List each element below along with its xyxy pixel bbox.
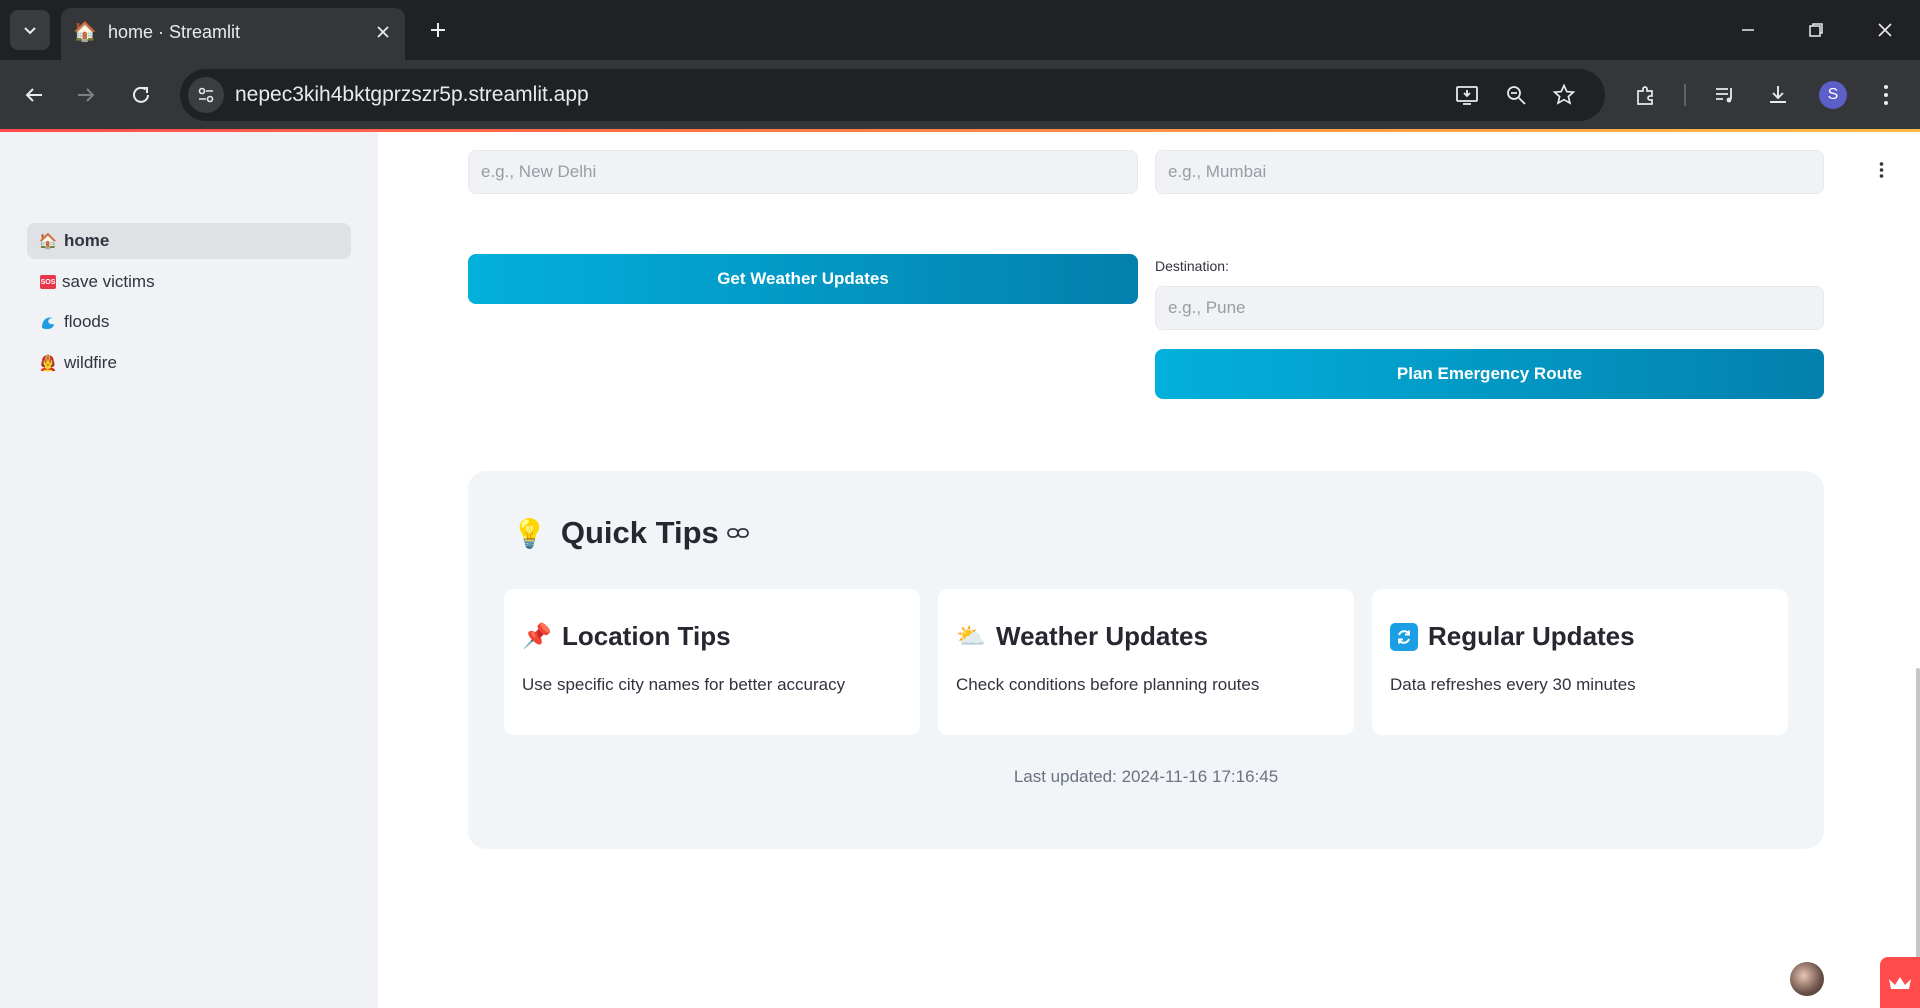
sidebar-item-home[interactable]: 🏠 home [27,223,351,259]
minimize-icon [1742,29,1754,31]
sos-icon: SOS [40,275,56,289]
reload-icon [133,86,149,103]
streamlit-badge[interactable] [1880,957,1920,1008]
anchor-link-icon[interactable] [726,526,749,540]
tip-title: Regular Updates [1390,621,1635,652]
sidebar-item-label: floods [64,312,110,331]
pushpin-icon: 📌 [522,623,552,650]
zoom-out-icon [1507,86,1526,105]
extensions-button[interactable] [1628,77,1664,113]
creator-avatar[interactable] [1790,962,1824,996]
tab-title: home · Streamlit [108,22,241,42]
tip-body: Use specific city names for better accur… [522,675,846,694]
destination-label: Destination: [1155,258,1229,274]
tune-icon [198,87,214,103]
install-desktop-icon [1456,86,1478,105]
close-window-button[interactable] [1861,10,1909,50]
refresh-icon [1390,622,1418,651]
tip-body: Check conditions before planning routes [956,675,1260,694]
sidebar-item-save-victims[interactable]: SOS save victims [27,264,351,300]
vertical-dots-icon [1884,85,1888,105]
browser-menu-button[interactable] [1868,77,1904,113]
url-text[interactable]: nepec3kih4bktgprzszr5p.streamlit.app [235,83,589,107]
city-input[interactable]: e.g., New Delhi [468,150,1138,194]
tip-card-weather: ⛅ Weather Updates Check conditions befor… [938,589,1354,735]
house-icon: 🏠 [73,22,97,43]
browser-tab-active[interactable]: 🏠 home · Streamlit [61,8,405,60]
forward-button[interactable] [68,77,104,113]
sidebar-item-label: save victims [62,272,155,291]
queue-music-icon [1716,88,1732,103]
sidebar-item-wildfire[interactable]: 🧑‍🚒 wildfire [27,345,351,381]
get-weather-updates-button[interactable]: Get Weather Updates [468,254,1138,304]
browser-toolbar: nepec3kih4bktgprzszr5p.streamlit.app S [0,60,1920,130]
crown-icon [1889,976,1911,989]
quick-tips-title: Quick Tips [560,515,719,550]
profile-avatar-button[interactable]: S [1819,81,1847,109]
light-bulb-icon: 💡 [512,517,547,549]
back-button[interactable] [16,77,52,113]
reload-button[interactable] [123,77,159,113]
tip-title: 📌 Location Tips [522,621,731,652]
star-icon [1552,83,1576,105]
puzzle-icon [1637,86,1653,105]
bookmark-button[interactable] [1548,79,1580,111]
zoom-button[interactable] [1500,79,1532,111]
minimize-window-button[interactable] [1724,10,1772,50]
download-icon [1770,86,1786,103]
tip-title: ⛅ Weather Updates [956,621,1208,652]
sun-behind-cloud-icon: ⛅ [956,623,986,650]
new-tab-button[interactable] [422,14,454,46]
address-bar[interactable]: nepec3kih4bktgprzszr5p.streamlit.app [180,69,1605,121]
city-input-placeholder: e.g., New Delhi [481,162,597,181]
app-menu-button[interactable] [1871,160,1891,180]
destination-input[interactable]: e.g., Pune [1155,286,1824,330]
arrow-right-icon [78,88,95,102]
plan-emergency-route-button[interactable]: Plan Emergency Route [1155,349,1824,399]
quick-tips-panel: 💡 Quick Tips 📌 Location Tips Use specifi… [468,471,1824,849]
main-content: e.g., New Delhi Get Weather Updates e.g.… [378,132,1920,1008]
vertical-dots-icon [1879,162,1883,178]
tab-search-dropdown-button[interactable] [10,10,50,50]
arrow-left-icon [25,88,42,102]
chevron-down-icon [24,27,36,35]
tip-card-regular-updates: Regular Updates Data refreshes every 30 … [1372,589,1788,735]
media-control-button[interactable] [1707,77,1743,113]
tip-title-text: Regular Updates [1428,621,1635,651]
source-input[interactable]: e.g., Mumbai [1155,150,1824,194]
site-info-button[interactable] [188,77,224,113]
house-icon: 🏠 [38,233,58,250]
plus-icon [431,23,445,37]
sidebar: 🏠 home SOS save victims floods 🧑‍🚒 wildf… [0,132,378,1008]
restore-window-button[interactable] [1792,10,1840,50]
sidebar-item-floods[interactable]: floods [27,304,351,340]
close-icon [1878,23,1892,37]
tab-close-button[interactable] [369,18,397,46]
install-app-button[interactable] [1451,79,1483,111]
source-input-placeholder: e.g., Mumbai [1168,162,1267,181]
quick-tips-heading: 💡 Quick Tips [512,515,749,551]
close-icon [377,26,389,38]
tip-body: Data refreshes every 30 minutes [1390,675,1636,694]
firefighter-icon: 🧑‍🚒 [38,355,58,372]
wave-icon [38,312,58,332]
tip-title-text: Weather Updates [996,621,1208,651]
destination-input-placeholder: e.g., Pune [1168,298,1246,317]
toolbar-divider [1684,84,1686,106]
downloads-button[interactable] [1760,77,1796,113]
last-updated-text: Last updated: 2024-11-16 17:16:45 [1013,767,1279,786]
browser-tab-bar: 🏠 home · Streamlit [0,0,1920,60]
tip-title-text: Location Tips [562,621,731,651]
sidebar-item-label: wildfire [64,353,117,372]
tip-card-location: 📌 Location Tips Use specific city names … [504,589,920,735]
restore-icon [1809,23,1823,37]
sidebar-item-label: home [64,231,110,250]
